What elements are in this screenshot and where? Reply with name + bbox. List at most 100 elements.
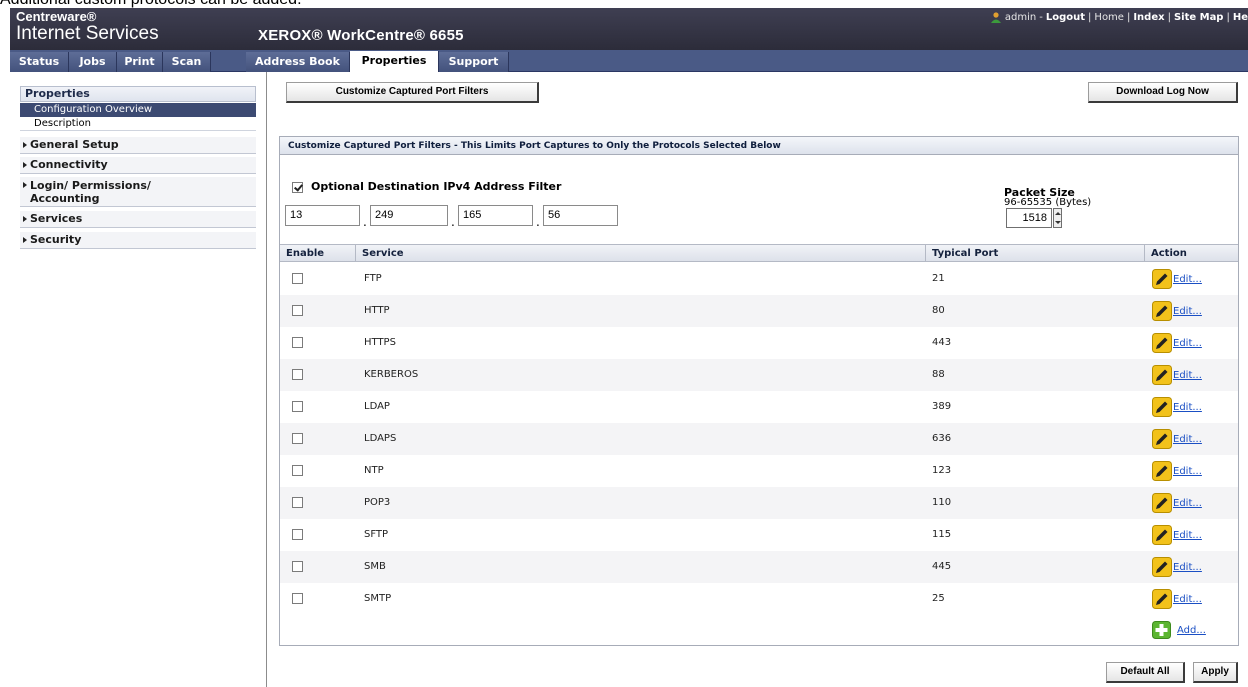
brand-name: Centreware® <box>16 9 97 24</box>
pencil-icon[interactable] <box>1152 589 1172 609</box>
pencil-icon[interactable] <box>1152 461 1172 481</box>
enable-checkbox[interactable] <box>292 497 303 508</box>
edit-link[interactable]: Edit... <box>1173 306 1202 317</box>
panel-title: Customize Captured Port Filters - This L… <box>280 137 1238 155</box>
typical-port: 445 <box>932 561 952 572</box>
sidebar: Properties Configuration Overview Descri… <box>10 72 267 687</box>
edit-link[interactable]: Edit... <box>1173 434 1202 445</box>
edit-link[interactable]: Edit... <box>1173 402 1202 413</box>
edit-link[interactable]: Edit... <box>1173 338 1202 349</box>
enable-checkbox[interactable] <box>292 465 303 476</box>
tab-print[interactable]: Print <box>117 52 163 72</box>
packet-size-spinner[interactable] <box>1053 208 1062 228</box>
enable-checkbox[interactable] <box>292 529 303 540</box>
sidebar-group-connectivity[interactable]: Connectivity <box>20 157 256 174</box>
edit-action[interactable]: Edit... <box>1152 557 1202 577</box>
pencil-icon[interactable] <box>1152 493 1172 513</box>
edit-action[interactable]: Edit... <box>1152 333 1202 353</box>
apply-button[interactable]: Apply <box>1193 662 1238 683</box>
sidebar-title: Properties <box>20 86 256 102</box>
edit-link[interactable]: Edit... <box>1173 370 1202 381</box>
service-name: NTP <box>364 465 384 476</box>
enable-checkbox[interactable] <box>292 337 303 348</box>
edit-action[interactable]: Edit... <box>1152 429 1202 449</box>
service-name: LDAP <box>364 401 390 412</box>
ipv4-filter-checkbox[interactable] <box>292 182 303 193</box>
pencil-icon[interactable] <box>1152 429 1172 449</box>
enable-checkbox[interactable] <box>292 593 303 604</box>
triangle-right-icon <box>23 216 27 222</box>
enable-checkbox[interactable] <box>292 369 303 380</box>
enable-checkbox[interactable] <box>292 305 303 316</box>
pencil-icon[interactable] <box>1152 301 1172 321</box>
service-name: LDAPS <box>364 433 397 444</box>
enable-checkbox[interactable] <box>292 433 303 444</box>
typical-port: 115 <box>932 529 952 540</box>
table-row: SMB 445 Edit... <box>280 551 1238 583</box>
sidebar-group-services[interactable]: Services <box>20 211 256 228</box>
tab-support[interactable]: Support <box>439 52 509 72</box>
enable-checkbox[interactable] <box>292 561 303 572</box>
packet-size-range: 96-65535 (Bytes) <box>1004 197 1092 208</box>
tab-status[interactable]: Status <box>10 52 69 72</box>
packet-size-input[interactable]: 1518 <box>1006 208 1052 228</box>
table-row: LDAPS 636 Edit... <box>280 423 1238 455</box>
home-link[interactable]: Home <box>1094 12 1124 23</box>
add-link[interactable]: Add... <box>1177 625 1206 636</box>
download-log-button[interactable]: Download Log Now <box>1088 82 1238 103</box>
edit-link[interactable]: Edit... <box>1173 466 1202 477</box>
typical-port: 88 <box>932 369 945 380</box>
edit-action[interactable]: Edit... <box>1152 301 1202 321</box>
plus-icon[interactable] <box>1152 621 1171 639</box>
sidebar-item-configuration-overview[interactable]: Configuration Overview <box>20 103 256 117</box>
edit-link[interactable]: Edit... <box>1173 498 1202 509</box>
edit-action[interactable]: Edit... <box>1152 493 1202 513</box>
customize-port-filters-button[interactable]: Customize Captured Port Filters <box>286 82 539 103</box>
typical-port: 123 <box>932 465 952 476</box>
enable-checkbox[interactable] <box>292 273 303 284</box>
pencil-icon[interactable] <box>1152 525 1172 545</box>
ip-octet-4-input[interactable]: 56 <box>543 205 618 226</box>
tab-address-book[interactable]: Address Book <box>246 52 350 72</box>
typical-port: 21 <box>932 273 945 284</box>
site-map-link[interactable]: Site Map <box>1174 12 1224 23</box>
column-typical-port: Typical Port <box>926 245 1145 262</box>
sidebar-item-description[interactable]: Description <box>20 117 256 131</box>
sidebar-group-general-setup[interactable]: General Setup <box>20 137 256 154</box>
ip-octet-1-input[interactable]: 13 <box>285 205 360 226</box>
table-row: FTP 21 Edit... <box>280 263 1238 295</box>
add-row[interactable]: Add... <box>1152 620 1206 640</box>
pencil-icon[interactable] <box>1152 269 1172 289</box>
edit-link[interactable]: Edit... <box>1173 594 1202 605</box>
tab-jobs[interactable]: Jobs <box>69 52 117 72</box>
triangle-right-icon <box>23 237 27 243</box>
page-caption: Additional custom protocols can be added… <box>0 0 302 8</box>
ip-octet-3-input[interactable]: 165 <box>458 205 533 226</box>
edit-action[interactable]: Edit... <box>1152 461 1202 481</box>
help-link[interactable]: He <box>1233 12 1248 23</box>
enable-checkbox[interactable] <box>292 401 303 412</box>
index-link[interactable]: Index <box>1133 12 1164 23</box>
pencil-icon[interactable] <box>1152 557 1172 577</box>
sidebar-group-login-permissions-accounting[interactable]: Login/ Permissions/ Accounting <box>20 177 256 207</box>
service-name: SMTP <box>364 593 392 604</box>
triangle-right-icon <box>23 182 27 188</box>
edit-action[interactable]: Edit... <box>1152 365 1202 385</box>
tab-scan[interactable]: Scan <box>163 52 211 72</box>
pencil-icon[interactable] <box>1152 333 1172 353</box>
edit-action[interactable]: Edit... <box>1152 525 1202 545</box>
tab-properties[interactable]: Properties <box>350 51 439 72</box>
edit-link[interactable]: Edit... <box>1173 530 1202 541</box>
logout-link[interactable]: Logout <box>1046 12 1085 23</box>
sidebar-group-security[interactable]: Security <box>20 232 256 249</box>
ip-octet-2-input[interactable]: 249 <box>370 205 448 226</box>
column-action: Action <box>1151 248 1187 259</box>
edit-action[interactable]: Edit... <box>1152 589 1202 609</box>
edit-link[interactable]: Edit... <box>1173 562 1202 573</box>
edit-action[interactable]: Edit... <box>1152 269 1202 289</box>
edit-action[interactable]: Edit... <box>1152 397 1202 417</box>
edit-link[interactable]: Edit... <box>1173 274 1202 285</box>
pencil-icon[interactable] <box>1152 365 1172 385</box>
default-all-button[interactable]: Default All <box>1106 662 1185 683</box>
pencil-icon[interactable] <box>1152 397 1172 417</box>
